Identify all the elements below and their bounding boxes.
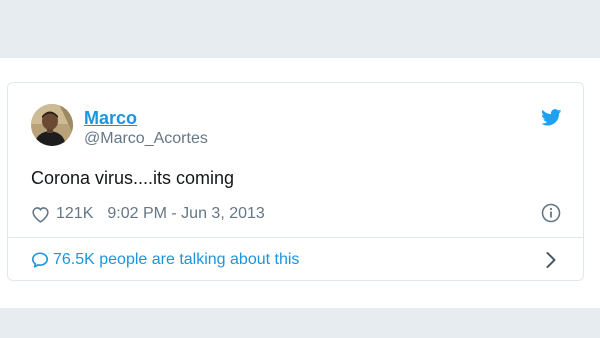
like-count[interactable]: 121K — [56, 205, 93, 223]
info-icon[interactable] — [541, 203, 561, 223]
avatar[interactable] — [31, 104, 73, 146]
tweet-text: Corona virus....its coming — [31, 168, 235, 188]
author-name[interactable]: Marco — [84, 108, 137, 128]
tweet-timestamp[interactable]: 9:02 PM - Jun 3, 2013 — [107, 205, 264, 223]
author-handle[interactable]: @Marco_Acortes — [84, 129, 208, 149]
conversation-count-label[interactable]: 76.5K people are talking about this — [53, 251, 299, 269]
heart-icon[interactable] — [31, 206, 50, 223]
page-background-bottom — [0, 308, 600, 338]
tweet-meta: 121K 9:02 PM - Jun 3, 2013 — [31, 203, 265, 225]
conversation-link[interactable]: 76.5K people are talking about this — [31, 249, 299, 271]
twitter-bird-icon[interactable] — [541, 109, 562, 126]
speech-bubble-icon — [31, 252, 49, 268]
chevron-right-icon[interactable] — [545, 250, 557, 270]
card-divider — [8, 237, 583, 238]
page-background-top — [0, 0, 600, 58]
embedded-tweet-card[interactable]: Marco @Marco_Acortes Corona virus....its… — [7, 82, 584, 281]
